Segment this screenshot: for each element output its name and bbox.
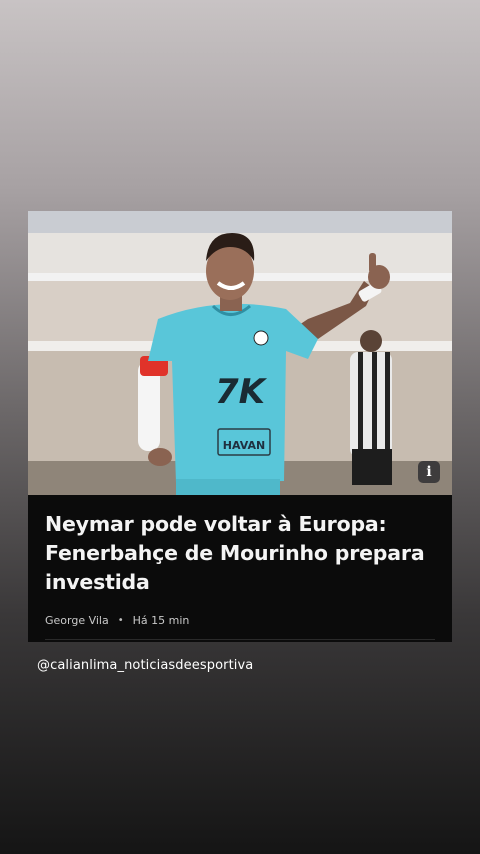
story-mention[interactable]: @calianlima_noticiasdeesportiva: [37, 658, 253, 673]
article-meta: George Vila • Há 15 min: [45, 614, 189, 627]
article-photo: 7K HAVAN i: [28, 211, 452, 495]
player-illustration: 7K HAVAN: [28, 211, 452, 495]
news-card[interactable]: 7K HAVAN i Neymar pode voltar à Europa: …: [28, 211, 452, 642]
info-icon[interactable]: i: [418, 461, 440, 483]
published-time: Há 15 min: [132, 614, 190, 627]
jersey-sponsor-secondary: HAVAN: [223, 439, 265, 452]
card-divider: [45, 639, 435, 640]
jersey-sponsor: 7K: [215, 372, 268, 412]
author-name: George Vila: [45, 614, 109, 627]
meta-separator: •: [117, 615, 124, 626]
article-headline[interactable]: Neymar pode voltar à Europa: Fenerbahçe …: [45, 510, 440, 597]
background-player: [350, 330, 392, 485]
club-crest: [253, 330, 269, 346]
stadium-roof: [28, 211, 452, 233]
